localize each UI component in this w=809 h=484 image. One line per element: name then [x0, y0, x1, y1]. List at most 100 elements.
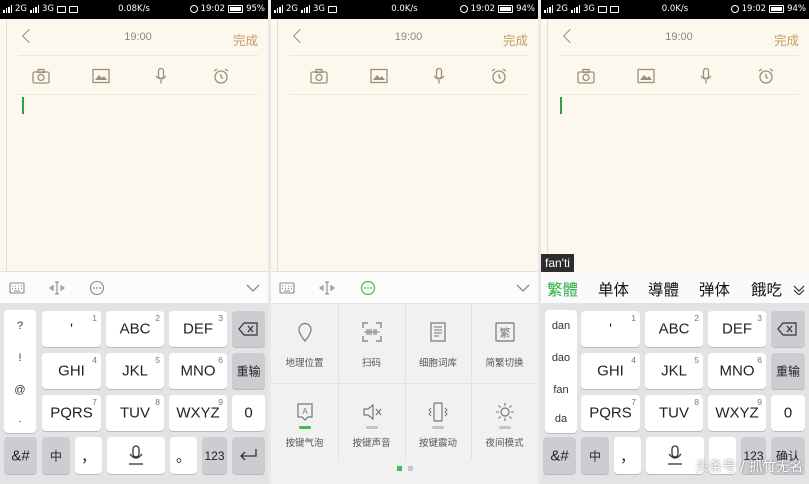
- period-key[interactable]: 。: [170, 437, 197, 474]
- pinyin-option[interactable]: fan: [545, 384, 577, 396]
- alarm-icon[interactable]: [490, 68, 508, 84]
- setting-key-bubble[interactable]: A 按键气泡: [271, 384, 338, 463]
- done-button[interactable]: 完成: [503, 30, 528, 49]
- camera-icon[interactable]: [310, 68, 328, 84]
- image-icon[interactable]: [92, 68, 110, 84]
- status-bar: 2G 3G 0.0K/s 19:02 94%: [541, 0, 809, 19]
- key-4[interactable]: GHI 4: [42, 353, 101, 389]
- key-6[interactable]: MNO 6: [169, 353, 227, 389]
- key-8[interactable]: TUV 8: [645, 395, 703, 431]
- key-4[interactable]: GHI 4: [581, 353, 640, 389]
- candidate-word[interactable]: 餓吃: [751, 278, 782, 300]
- setting-cell-dictionary[interactable]: 细胞词库: [405, 304, 471, 383]
- keyboard-icon[interactable]: [9, 280, 25, 296]
- pinyin-option[interactable]: da: [545, 413, 577, 425]
- candidate-word[interactable]: 单体: [598, 278, 629, 300]
- key-7[interactable]: PQRS 7: [42, 395, 101, 431]
- key-bubble-icon: A: [294, 401, 316, 423]
- key-7[interactable]: PQRS 7: [581, 395, 640, 431]
- candidate-word[interactable]: 繁體: [547, 278, 578, 300]
- microphone-icon[interactable]: [430, 67, 448, 84]
- key-9[interactable]: WXYZ 9: [169, 395, 227, 431]
- key-1[interactable]: ' 1: [581, 311, 640, 347]
- pinyin-composition: fan'ti: [541, 254, 574, 272]
- hide-keyboard-icon[interactable]: [245, 280, 261, 296]
- microphone-icon[interactable]: [152, 67, 170, 84]
- status-bar: 2G 3G 0.08K/s 19:02 95%: [0, 0, 268, 19]
- key-9[interactable]: WXYZ 9: [708, 395, 766, 431]
- key-5[interactable]: JKL 5: [106, 353, 164, 389]
- setting-key-sound[interactable]: 按键声音: [338, 384, 405, 463]
- alarm-icon[interactable]: [212, 68, 230, 84]
- setting-location[interactable]: 地理位置: [271, 304, 338, 383]
- key-8[interactable]: TUV 8: [106, 395, 164, 431]
- key-2[interactable]: ABC 2: [106, 311, 164, 347]
- image-icon[interactable]: [637, 68, 655, 84]
- cursor-move-icon[interactable]: [319, 280, 335, 296]
- key-1[interactable]: ' 1: [42, 311, 101, 347]
- key-3[interactable]: DEF 3: [708, 311, 766, 347]
- reenter-key[interactable]: 重输: [232, 353, 265, 389]
- camera-icon[interactable]: [32, 68, 50, 84]
- symbol-key[interactable]: !: [4, 352, 36, 364]
- space-voice-key[interactable]: [107, 437, 165, 474]
- candidate-word[interactable]: 導體: [648, 278, 679, 300]
- note-time: 19:00: [394, 31, 423, 43]
- backspace-key[interactable]: [232, 311, 265, 347]
- setting-scan[interactable]: 扫码: [338, 304, 405, 383]
- image-icon[interactable]: [370, 68, 388, 84]
- symbol-key[interactable]: .: [4, 413, 36, 425]
- reenter-key[interactable]: 重输: [771, 353, 805, 389]
- camera-icon[interactable]: [577, 68, 595, 84]
- pinyin-option[interactable]: dan: [545, 320, 577, 332]
- comma-key[interactable]: ，: [614, 437, 641, 474]
- pinyin-column[interactable]: dan dao fan da: [545, 310, 577, 433]
- symbol-key[interactable]: @: [4, 384, 36, 396]
- key-0[interactable]: 0: [771, 395, 805, 431]
- watermark: 头条号 / 抓竹无名: [695, 459, 803, 475]
- done-button[interactable]: 完成: [233, 30, 258, 49]
- done-button[interactable]: 完成: [774, 30, 799, 49]
- setting-traditional-simplified[interactable]: 繁 简繁切换: [471, 304, 538, 383]
- setting-key-vibrate[interactable]: 按键震动: [405, 384, 471, 463]
- pinyin-option[interactable]: dao: [545, 352, 577, 364]
- note-header: 19:00 完成: [289, 19, 528, 56]
- alarm-icon[interactable]: [757, 68, 775, 84]
- microphone-icon[interactable]: [697, 67, 715, 84]
- battery-icon: [228, 5, 244, 13]
- note-toolbar: [18, 57, 258, 95]
- keyboard-icon[interactable]: [279, 280, 295, 296]
- toggle-indicator: [298, 426, 311, 429]
- location-pin-icon: [294, 321, 316, 343]
- more-options-icon[interactable]: [360, 280, 376, 296]
- backspace-key[interactable]: [771, 311, 805, 347]
- setting-night-mode[interactable]: 夜间模式: [471, 384, 538, 463]
- chinese-mode-key[interactable]: 中: [581, 437, 609, 474]
- chinese-mode-key[interactable]: 中: [42, 437, 70, 474]
- symbol-column[interactable]: ? ! @ .: [4, 310, 36, 433]
- hide-keyboard-icon[interactable]: [515, 280, 531, 296]
- key-3[interactable]: DEF 3: [169, 311, 227, 347]
- battery-percent: 94%: [787, 4, 806, 14]
- numbers-key[interactable]: 123: [202, 437, 227, 474]
- svg-text:繁: 繁: [499, 326, 510, 340]
- note-header: 19:00 完成: [559, 19, 799, 56]
- enter-key[interactable]: [232, 437, 265, 474]
- candidate-word[interactable]: 弹体: [699, 278, 730, 300]
- backspace-icon: [238, 322, 258, 336]
- comma-key[interactable]: ，: [75, 437, 102, 474]
- more-options-icon[interactable]: [89, 280, 105, 296]
- key-0[interactable]: 0: [232, 395, 265, 431]
- cursor-move-icon[interactable]: [49, 280, 65, 296]
- key-6[interactable]: MNO 6: [708, 353, 766, 389]
- key-2[interactable]: ABC 2: [645, 311, 703, 347]
- microphone-icon: [129, 445, 143, 465]
- expand-candidates-icon[interactable]: [793, 282, 805, 296]
- scan-code-icon: [361, 321, 383, 343]
- key-5[interactable]: JKL 5: [645, 353, 703, 389]
- symbols-key[interactable]: &#: [4, 437, 37, 474]
- key-sound-icon: [361, 401, 383, 423]
- symbols-key[interactable]: &#: [543, 437, 576, 474]
- symbol-key[interactable]: ?: [4, 320, 36, 332]
- candidate-bar: 繁體 单体 導體 弹体 餓吃: [541, 272, 809, 304]
